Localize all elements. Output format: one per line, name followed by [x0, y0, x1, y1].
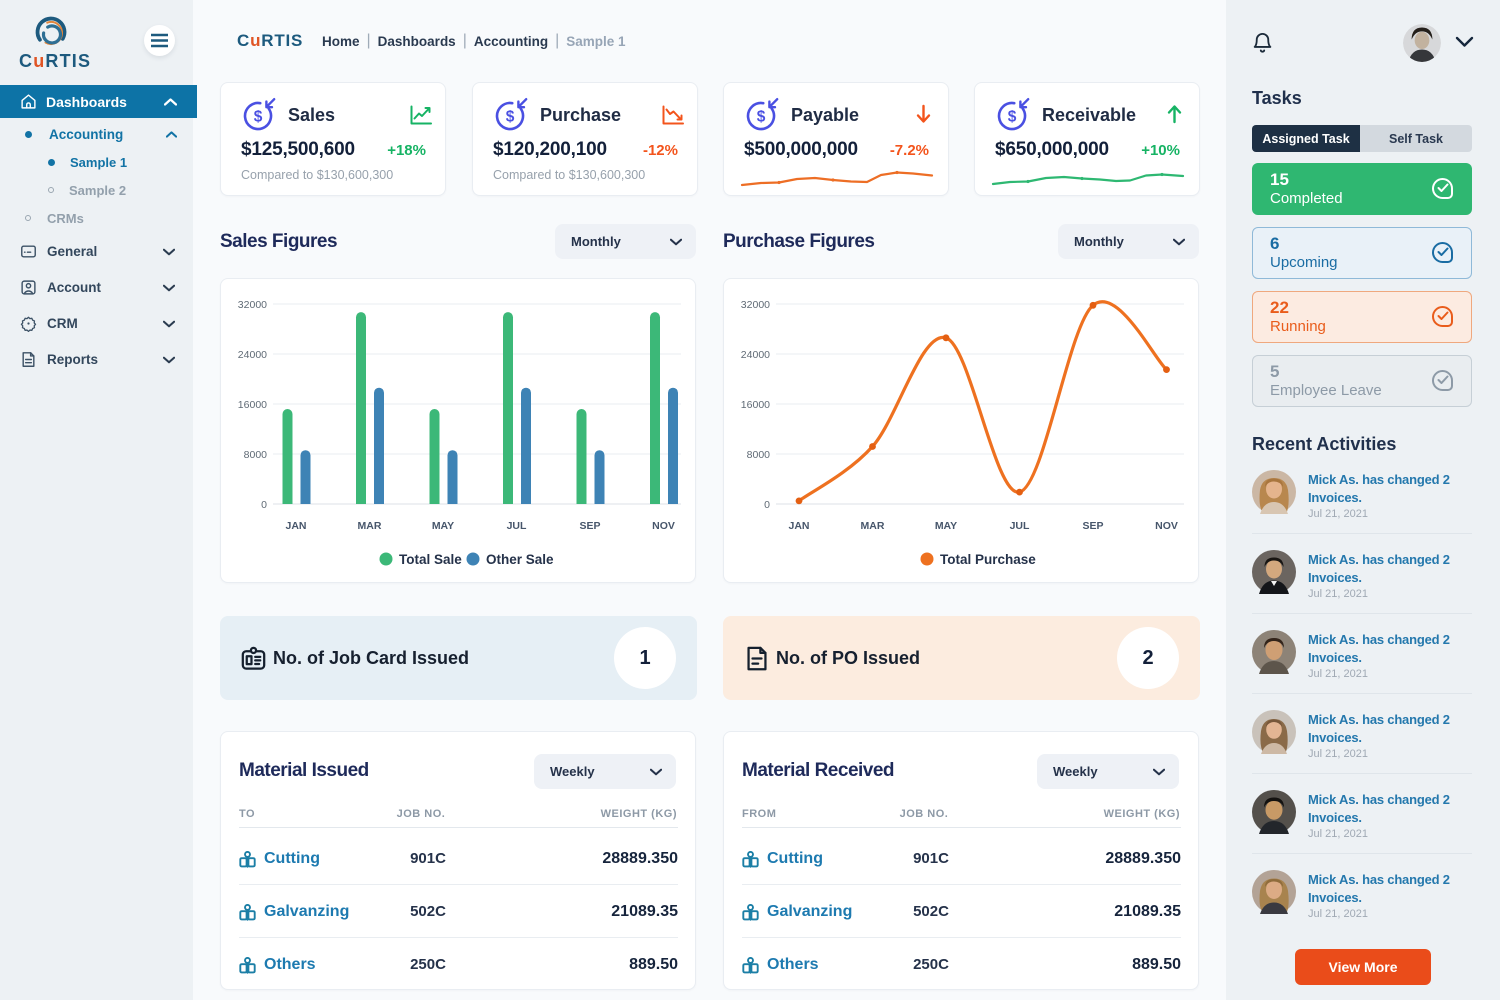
svg-text:JUL: JUL	[507, 520, 527, 532]
svg-text:32000: 32000	[741, 299, 770, 311]
svg-text:Total Purchase: Total Purchase	[940, 552, 1036, 567]
svg-text:NOV: NOV	[652, 520, 675, 532]
svg-text:$: $	[506, 109, 515, 126]
svg-text:Other Sale: Other Sale	[486, 552, 554, 567]
svg-text:JAN: JAN	[285, 520, 306, 532]
svg-text:MAR: MAR	[358, 520, 382, 532]
svg-text:SEP: SEP	[1082, 520, 1103, 532]
svg-text:$: $	[1008, 109, 1017, 126]
svg-text:8000: 8000	[747, 449, 771, 461]
svg-text:0: 0	[764, 499, 770, 511]
svg-text:MAY: MAY	[432, 520, 454, 532]
svg-text:8000: 8000	[244, 449, 268, 461]
svg-text:32000: 32000	[238, 299, 267, 311]
svg-text:$: $	[254, 109, 263, 126]
svg-text:$: $	[757, 109, 766, 126]
svg-text:16000: 16000	[741, 399, 770, 411]
svg-text:MAR: MAR	[861, 520, 885, 532]
svg-text:Total Sale: Total Sale	[399, 552, 462, 567]
svg-text:SEP: SEP	[579, 520, 600, 532]
svg-text:NOV: NOV	[1155, 520, 1178, 532]
svg-text:0: 0	[261, 499, 267, 511]
svg-text:JUL: JUL	[1010, 520, 1030, 532]
svg-text:16000: 16000	[238, 399, 267, 411]
svg-text:24000: 24000	[741, 349, 770, 361]
svg-text:JAN: JAN	[788, 520, 809, 532]
svg-text:MAY: MAY	[935, 520, 957, 532]
svg-text:24000: 24000	[238, 349, 267, 361]
